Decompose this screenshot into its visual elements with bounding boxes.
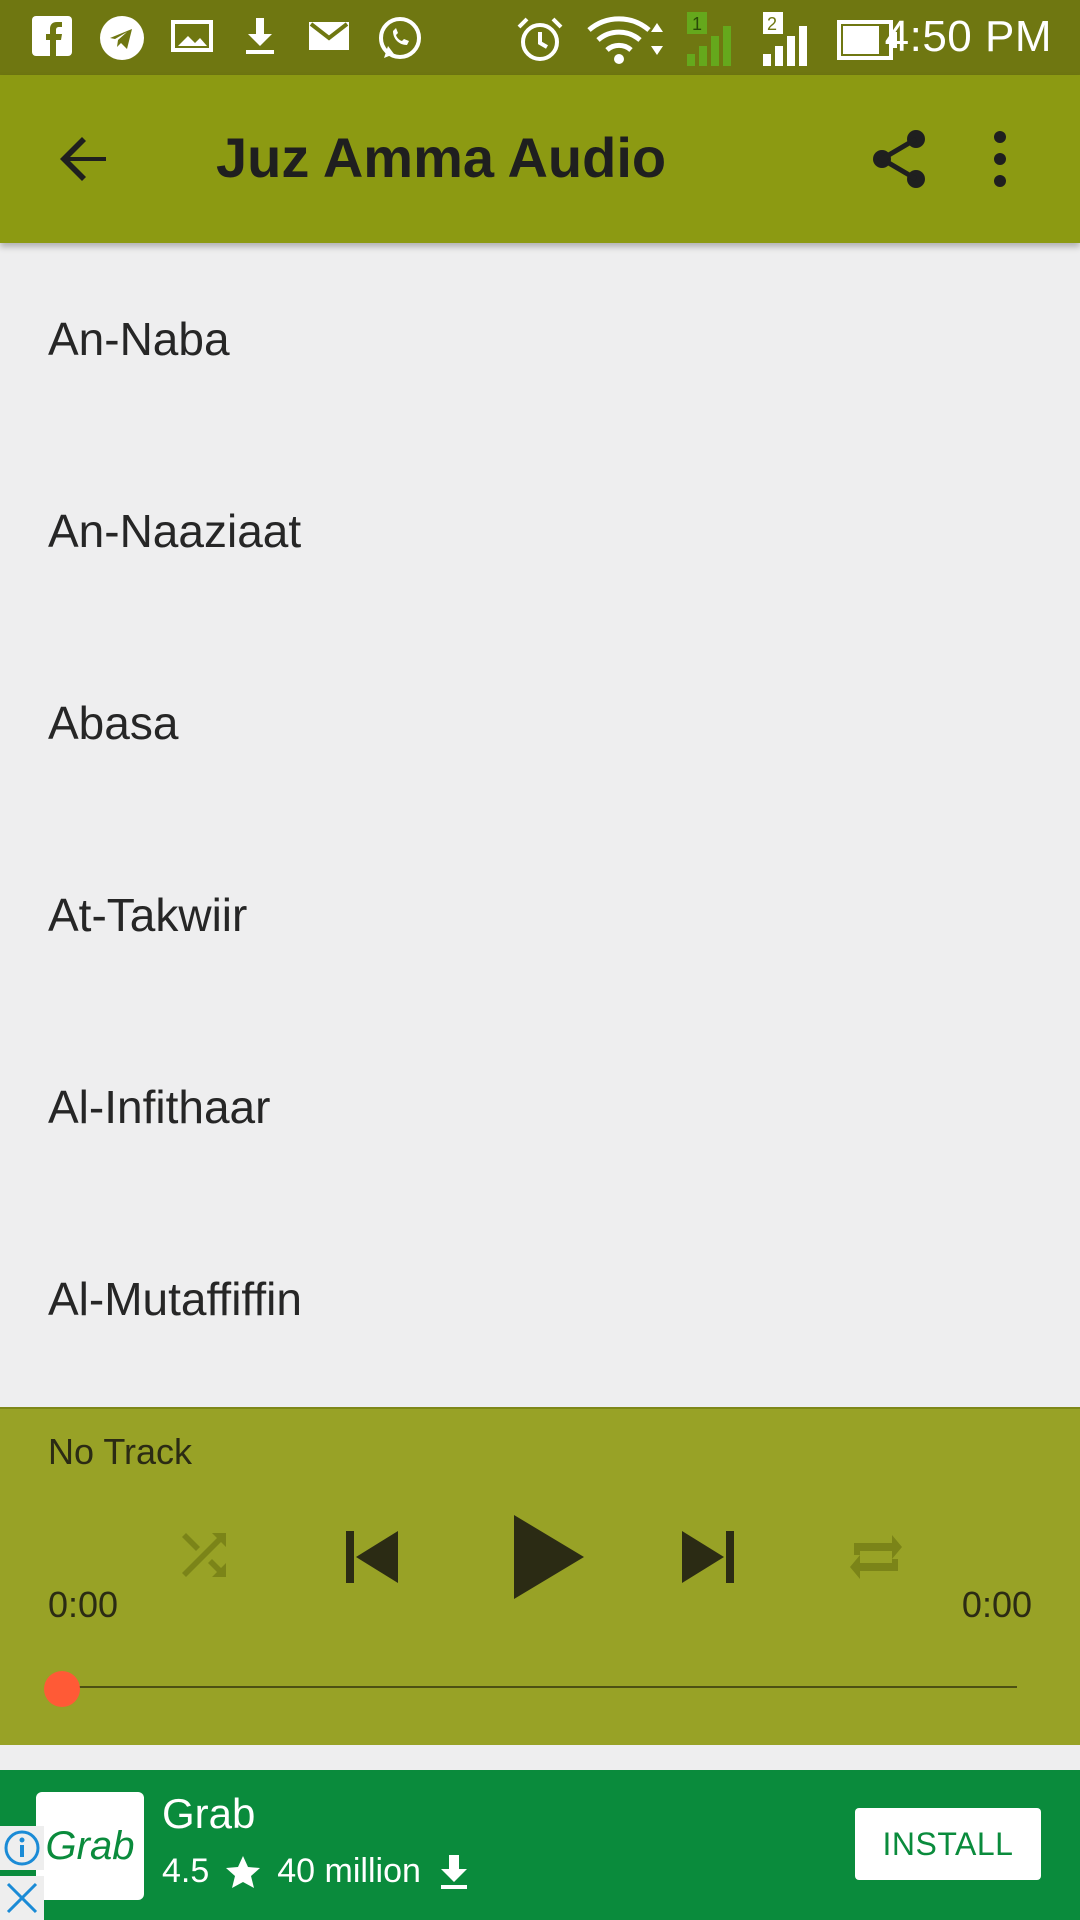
- list-item[interactable]: An-Naaziaat: [0, 435, 1080, 627]
- play-icon[interactable]: [510, 1513, 586, 1601]
- clock: 4:50 PM: [884, 12, 1052, 61]
- signal-sim2-icon: 2: [763, 12, 807, 66]
- audio-player: No Track 0:00 0:00: [0, 1407, 1080, 1745]
- list-item[interactable]: At-Takwiir: [0, 819, 1080, 1011]
- install-button[interactable]: INSTALL: [855, 1808, 1041, 1880]
- ad-app-name: Grab: [162, 1790, 256, 1837]
- list-item[interactable]: Al-Mutaffiffin: [0, 1203, 1080, 1395]
- app-bar: Juz Amma Audio: [0, 75, 1080, 243]
- skip-previous-icon[interactable]: [342, 1527, 402, 1587]
- whatsapp-icon: [379, 17, 421, 59]
- facebook-icon: [32, 16, 72, 56]
- wifi-icon: [587, 16, 663, 64]
- mail-icon: [309, 22, 349, 50]
- repeat-icon[interactable]: [848, 1527, 904, 1587]
- elapsed-time: 0:00: [48, 1584, 119, 1625]
- page-title: Juz Amma Audio: [216, 126, 667, 189]
- track-title: No Track: [48, 1431, 193, 1472]
- skip-next-icon[interactable]: [678, 1527, 738, 1587]
- signal-sim1-icon: 1: [687, 12, 731, 66]
- list-item-label: Al-Mutaffiffin: [48, 1273, 302, 1325]
- list-item[interactable]: Abasa: [0, 627, 1080, 819]
- list-item[interactable]: Al-Infithaar: [0, 1011, 1080, 1203]
- list-item-label: Abasa: [48, 697, 179, 749]
- star-icon: [226, 1855, 261, 1888]
- ad-rating: 4.5: [162, 1852, 210, 1890]
- svg-text:1: 1: [692, 14, 702, 34]
- more-vertical-icon[interactable]: [980, 127, 1020, 191]
- arrow-back-icon[interactable]: [52, 127, 116, 191]
- logo-text: Grab: [45, 1823, 135, 1868]
- ad-banner[interactable]: Grab Grab 4.5 40 million INSTALL: [0, 1770, 1080, 1920]
- info-icon[interactable]: [0, 1826, 44, 1870]
- track-list: An-Naba An-Naaziaat Abasa At-Takwiir Al-…: [0, 243, 1080, 1395]
- download-icon: [440, 1854, 467, 1889]
- status-bar: 1 2 4:50 PM: [0, 0, 1080, 75]
- app-logo: Grab: [36, 1792, 144, 1900]
- list-item-label: At-Takwiir: [48, 889, 248, 941]
- list-item-label: Al-Infithaar: [48, 1081, 271, 1133]
- ad-installs: 40 million: [277, 1852, 421, 1890]
- download-icon: [246, 18, 274, 54]
- shuffle-icon[interactable]: [176, 1527, 232, 1583]
- close-icon[interactable]: [0, 1876, 44, 1920]
- svg-text:2: 2: [767, 14, 777, 34]
- list-item-label: An-Naba: [48, 313, 230, 365]
- alarm-icon: [517, 17, 563, 61]
- share-icon[interactable]: [868, 127, 932, 191]
- telegram-icon: [100, 16, 144, 60]
- total-time: 0:00: [961, 1584, 1032, 1625]
- seek-thumb[interactable]: [44, 1671, 80, 1707]
- gallery-icon: [171, 20, 213, 52]
- list-item[interactable]: An-Naba: [0, 243, 1080, 435]
- ad-meta: 4.5 40 million: [162, 1852, 471, 1891]
- seek-bar[interactable]: [62, 1686, 1017, 1688]
- list-item-label: An-Naaziaat: [48, 505, 302, 557]
